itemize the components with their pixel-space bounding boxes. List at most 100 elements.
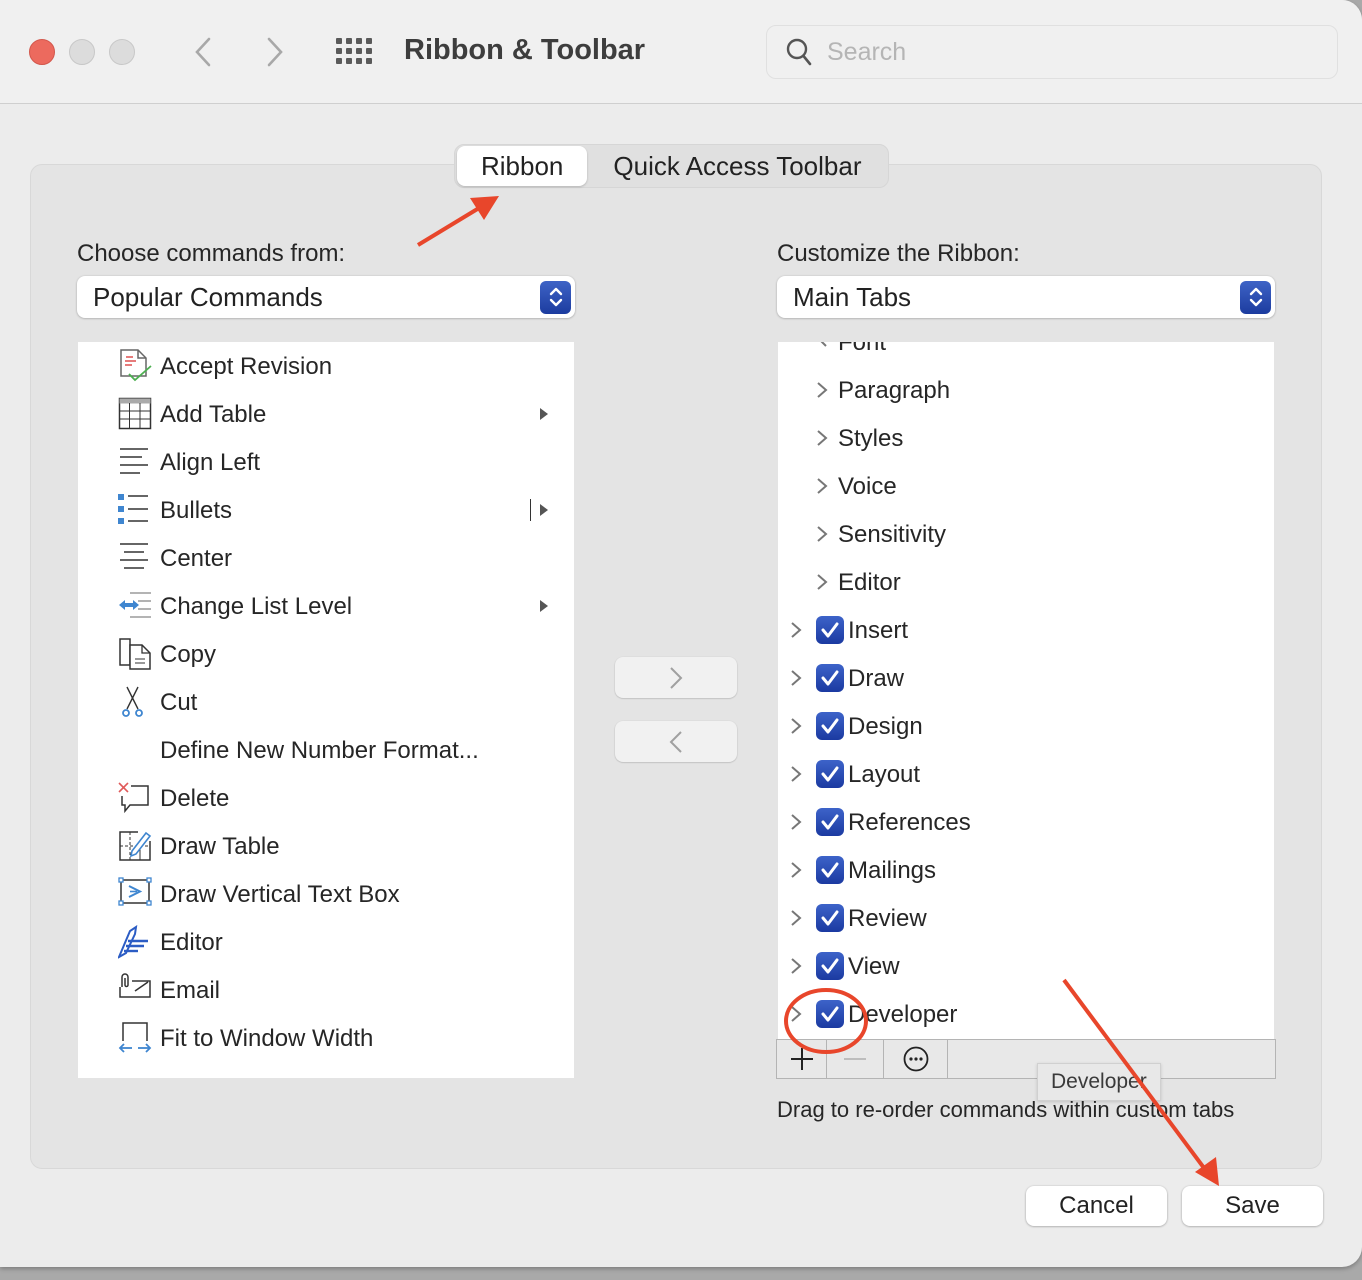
remove-tab-button[interactable] xyxy=(827,1040,884,1078)
chevron-right-icon[interactable] xyxy=(790,1005,802,1023)
command-label: Align Left xyxy=(160,449,261,476)
tab-control: Ribbon Quick Access Toolbar xyxy=(454,144,889,188)
list-item[interactable]: Draw Vertical Text Box xyxy=(78,870,574,918)
add-tab-button[interactable] xyxy=(777,1040,827,1078)
list-item[interactable]: Change List Level xyxy=(78,582,574,630)
checkmark-icon xyxy=(821,958,839,974)
tree-tab-design[interactable]: Design xyxy=(778,702,1274,750)
popup-stepper-icon xyxy=(540,280,571,314)
cancel-button[interactable]: Cancel xyxy=(1026,1186,1167,1226)
tree-label: Voice xyxy=(838,473,897,500)
list-item[interactable]: Add Table xyxy=(78,390,574,438)
list-item[interactable]: Draw Table xyxy=(78,822,574,870)
list-item[interactable]: Cut xyxy=(78,678,574,726)
tree-label: View xyxy=(848,953,900,980)
zoom-button[interactable] xyxy=(109,39,135,65)
tree-group[interactable]: Editor xyxy=(778,558,1274,606)
save-button[interactable]: Save xyxy=(1182,1186,1323,1226)
chevron-right-icon[interactable] xyxy=(790,621,802,639)
editor-pen-icon xyxy=(116,924,152,960)
chevron-right-icon[interactable] xyxy=(790,717,802,735)
tree-tab-draw[interactable]: Draw xyxy=(778,654,1274,702)
commands-source-select[interactable]: Popular Commands xyxy=(77,276,575,318)
command-label: Editor xyxy=(160,929,223,956)
tab-ribbon[interactable]: Ribbon xyxy=(457,146,588,186)
command-label: Draw Vertical Text Box xyxy=(160,881,400,908)
align-left-icon xyxy=(118,445,152,479)
chevron-right-icon[interactable] xyxy=(790,813,802,831)
checkmark-icon xyxy=(821,910,839,926)
window-title: Ribbon & Toolbar xyxy=(404,34,646,66)
tree-group[interactable]: Paragraph xyxy=(778,366,1274,414)
chevron-right-icon[interactable] xyxy=(790,957,802,975)
tree-group[interactable]: Sensitivity xyxy=(778,510,1274,558)
close-button[interactable] xyxy=(29,39,55,65)
list-item[interactable]: Delete xyxy=(78,774,574,822)
search-input[interactable] xyxy=(827,37,1307,67)
tab-checkbox[interactable] xyxy=(816,712,844,740)
tree-tab-mailings[interactable]: Mailings xyxy=(778,846,1274,894)
list-item[interactable]: Align Left xyxy=(78,438,574,486)
tree-tab-layout[interactable]: Layout xyxy=(778,750,1274,798)
submenu-arrow-icon[interactable] xyxy=(538,503,550,517)
list-item[interactable]: Email xyxy=(78,966,574,1014)
tab-quick-access-toolbar[interactable]: Quick Access Toolbar xyxy=(587,146,885,186)
tree-tab-developer[interactable]: Developer xyxy=(778,990,1274,1038)
checkmark-icon xyxy=(821,718,839,734)
tree-tab-insert[interactable]: Insert xyxy=(778,606,1274,654)
tab-checkbox[interactable] xyxy=(816,808,844,836)
tree-group[interactable]: Styles xyxy=(778,414,1274,462)
minimize-button[interactable] xyxy=(69,39,95,65)
plus-icon xyxy=(790,1048,813,1070)
tree-label: Design xyxy=(848,713,923,740)
back-button[interactable] xyxy=(188,32,218,72)
add-command-button[interactable] xyxy=(615,657,737,698)
chevron-right-icon[interactable] xyxy=(816,477,828,495)
tab-checkbox[interactable] xyxy=(816,904,844,932)
chevron-right-icon[interactable] xyxy=(790,669,802,687)
tab-checkbox[interactable] xyxy=(816,760,844,788)
chevron-down-icon[interactable] xyxy=(816,342,828,351)
tab-checkbox[interactable] xyxy=(816,616,844,644)
chevron-right-icon[interactable] xyxy=(816,525,828,543)
list-item[interactable]: Center xyxy=(78,534,574,582)
chevron-right-icon[interactable] xyxy=(816,381,828,399)
chevron-left-icon xyxy=(669,730,682,753)
checkmark-icon xyxy=(821,862,839,878)
ribbon-tree[interactable]: Font Paragraph Styles Voice Sensitivity … xyxy=(778,342,1274,1039)
tree-tab-references[interactable]: References xyxy=(778,798,1274,846)
search-field[interactable] xyxy=(766,25,1338,79)
chevron-right-icon[interactable] xyxy=(790,861,802,879)
tree-group[interactable]: Voice xyxy=(778,462,1274,510)
chevron-right-icon xyxy=(267,37,283,67)
chevron-right-icon[interactable] xyxy=(816,573,828,591)
email-attachment-icon xyxy=(118,973,152,1007)
list-item[interactable]: Editor xyxy=(78,918,574,966)
tree-group-font[interactable]: Font xyxy=(778,342,1274,366)
list-item[interactable]: Bullets xyxy=(78,486,574,534)
chevron-right-icon[interactable] xyxy=(816,429,828,447)
list-item[interactable]: Fit to Window Width xyxy=(78,1014,574,1062)
more-options-button[interactable] xyxy=(884,1040,948,1078)
tree-label: Review xyxy=(848,905,927,932)
chevron-right-icon[interactable] xyxy=(790,909,802,927)
remove-command-button[interactable] xyxy=(615,721,737,762)
command-label: Draw Table xyxy=(160,833,280,860)
ribbon-tabs-select[interactable]: Main Tabs xyxy=(777,276,1275,318)
tab-checkbox[interactable] xyxy=(816,856,844,884)
show-all-grid-icon[interactable] xyxy=(336,38,374,66)
tree-tab-view[interactable]: View xyxy=(778,942,1274,990)
command-label: Copy xyxy=(160,641,217,668)
chevron-right-icon[interactable] xyxy=(790,765,802,783)
draw-table-icon xyxy=(118,829,152,863)
commands-list[interactable]: Accept Revision Add Table Align Left Bul… xyxy=(78,342,574,1078)
popup-stepper-icon xyxy=(1240,280,1271,314)
tab-checkbox[interactable] xyxy=(816,664,844,692)
tree-tab-review[interactable]: Review xyxy=(778,894,1274,942)
tab-checkbox[interactable] xyxy=(816,952,844,980)
forward-button[interactable] xyxy=(260,32,290,72)
list-item[interactable]: Copy xyxy=(78,630,574,678)
list-item[interactable]: Accept Revision xyxy=(78,342,574,390)
list-item[interactable]: Define New Number Format... xyxy=(78,726,574,774)
tab-checkbox[interactable] xyxy=(816,1000,844,1028)
